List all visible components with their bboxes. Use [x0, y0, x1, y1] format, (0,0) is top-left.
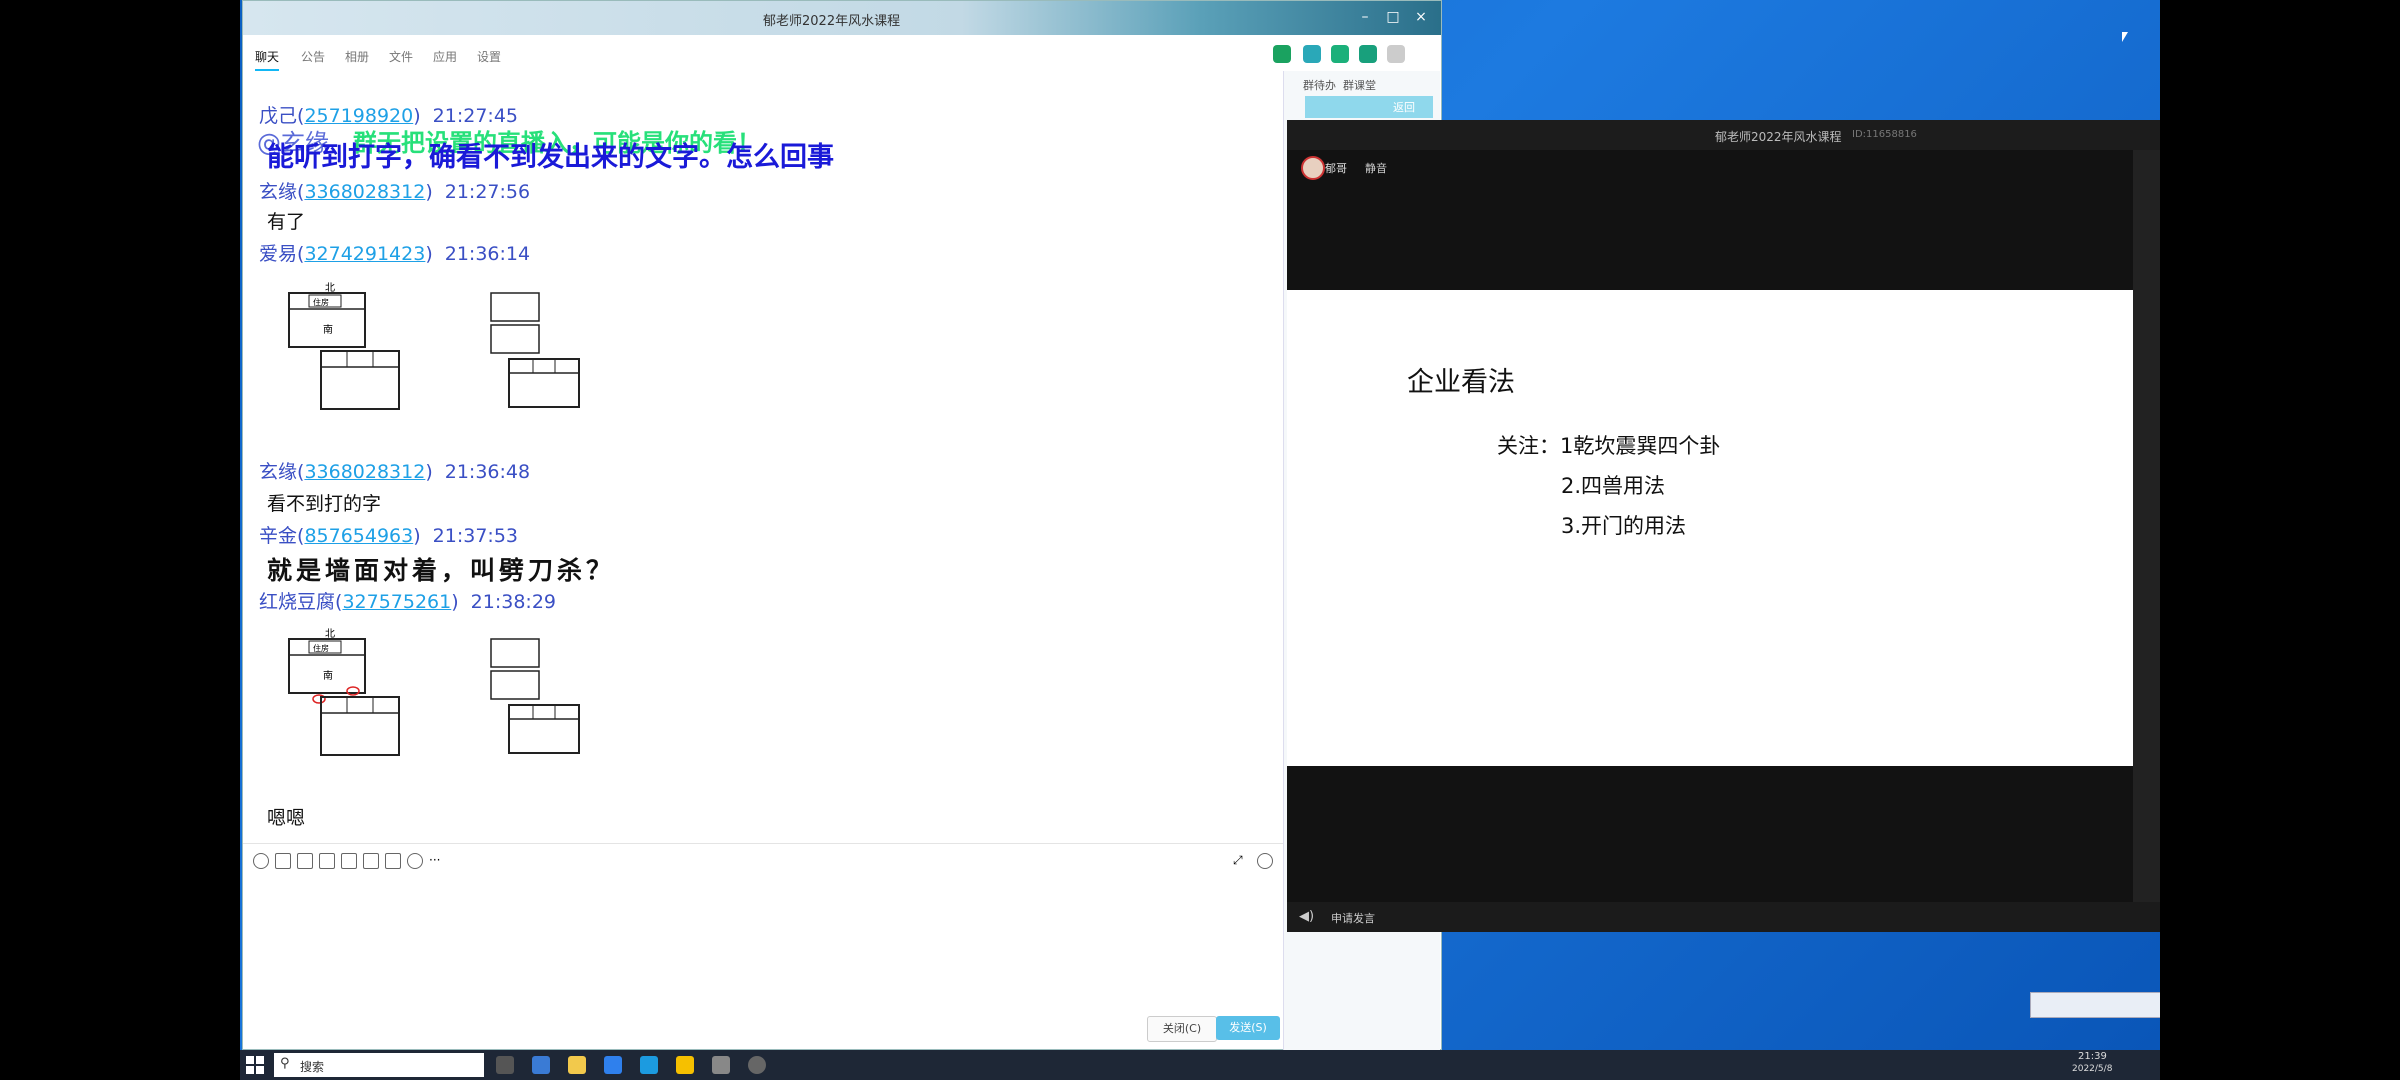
message-time: 21:27:45: [432, 105, 518, 127]
message-text: 看不到打的字: [267, 493, 382, 515]
music-icon[interactable]: [363, 853, 379, 869]
slide-line: 3.开门的用法: [1561, 514, 1687, 538]
mute-indicator: 静音: [1365, 162, 1387, 175]
slide-title: 企业看法: [1407, 367, 1515, 398]
message-sender: 爱易(3274291423) 21:36:14: [259, 243, 531, 265]
qq-icon[interactable]: [676, 1056, 694, 1074]
mic-icon[interactable]: [407, 853, 423, 869]
video-call-icon[interactable]: [1303, 45, 1321, 63]
more-tools-icon[interactable]: ···: [429, 853, 443, 867]
search-placeholder: 搜索: [300, 1060, 325, 1074]
expand-icon[interactable]: ⤢: [1233, 853, 1247, 867]
video-window-title: 郁老师2022年风水课程: [1715, 130, 1842, 144]
sender-name: 玄缘: [259, 461, 298, 483]
message-text: 就是墙面对着，叫劈刀杀？: [267, 556, 616, 585]
image-icon[interactable]: [341, 853, 357, 869]
message-sender: 红烧豆腐(327575261) 21:38:29: [259, 591, 556, 613]
edge-icon[interactable]: [532, 1056, 550, 1074]
sketch-label-south: 南: [323, 323, 333, 336]
message-sender: 玄缘(3368028312) 21:27:56: [259, 181, 531, 203]
sender-qq-link[interactable]: 857654963: [304, 525, 413, 547]
slide-line: 关注：1乾坎震巽四个卦: [1497, 434, 1721, 458]
host-name: 郁哥: [1325, 162, 1347, 175]
message-sender: 戊己(257198920) 21:27:45: [259, 105, 518, 127]
live-class-window: 郁老师2022年风水课程 ID:11658816 郁哥 静音 企业看法 关注：1…: [1287, 120, 2160, 932]
browser-icon[interactable]: [748, 1056, 766, 1074]
request-speak-button[interactable]: 申请发言: [1331, 910, 1375, 926]
floorplan-sketch-image[interactable]: 北 住房 南: [283, 625, 603, 775]
sender-qq-link[interactable]: 327575261: [342, 591, 451, 613]
mouse-cursor-icon: [2122, 32, 2128, 42]
windows-start-icon[interactable]: [246, 1056, 264, 1074]
sender-qq-link[interactable]: 3274291423: [304, 243, 425, 265]
history-icon[interactable]: [1257, 853, 1273, 869]
screen-share-icon[interactable]: [1331, 45, 1349, 63]
message-time: 21:38:29: [470, 591, 556, 613]
ime-toolbar[interactable]: [2030, 992, 2160, 1018]
sender-name: 辛金: [259, 525, 298, 547]
minimize-icon[interactable]: –: [1353, 5, 1377, 29]
screen: 郁老师2022年风水课程 – □ × 聊天 公告 相册 文件 应用 设置 群待办…: [240, 0, 2160, 1080]
floorplan-sketch-image[interactable]: 北 住房 南: [283, 279, 603, 429]
folder-icon[interactable]: [319, 853, 335, 869]
group-class-tab[interactable]: 群课堂: [1343, 77, 1376, 93]
file-explorer-icon[interactable]: [568, 1056, 586, 1074]
message-list: @玄缘 群无把设置的直播入，可能是你的看！ 戊己(257198920) 21:27…: [243, 61, 1283, 841]
input-divider: [243, 843, 1283, 844]
video-member-strip: [2133, 150, 2160, 932]
message-sender: 辛金(857654963) 21:37:53: [259, 525, 518, 547]
sender-name: 玄缘: [259, 181, 298, 203]
sender-name: 爱易: [259, 243, 298, 265]
store-icon[interactable]: [604, 1056, 622, 1074]
emoji-icon[interactable]: [253, 853, 269, 869]
sketch-label-inner: 住房: [313, 297, 329, 307]
sender-qq-link[interactable]: 257198920: [304, 105, 413, 127]
close-button[interactable]: 关闭(C): [1147, 1016, 1217, 1042]
slide-line: 2.四兽用法: [1561, 474, 1666, 498]
message-time: 21:27:56: [444, 181, 531, 203]
more-icon[interactable]: [1387, 45, 1405, 63]
host-avatar: [1301, 156, 1325, 180]
input-toolbar: ··· ⤢: [253, 853, 1273, 879]
message-text: 有了: [267, 211, 306, 233]
maximize-icon[interactable]: □: [1381, 5, 1405, 29]
screenshot-icon[interactable]: [297, 853, 313, 869]
message-time: 21:37:53: [432, 525, 518, 547]
message-time: 21:36:14: [444, 243, 531, 265]
side-card-label: 返回: [1393, 101, 1415, 114]
group-todo-tab[interactable]: 群待办: [1303, 77, 1336, 93]
mail-icon[interactable]: [640, 1056, 658, 1074]
clock-date[interactable]: 2022/5/8: [2072, 1064, 2112, 1074]
chat-window: 郁老师2022年风水课程 – □ × 聊天 公告 相册 文件 应用 设置 群待办…: [242, 0, 1442, 1051]
sender-name: 戊己: [259, 105, 298, 127]
gallery-icon[interactable]: [385, 853, 401, 869]
message-text: 能听到打字，确看不到发出来的文字。怎么回事: [267, 142, 834, 173]
close-icon[interactable]: ×: [1409, 5, 1433, 29]
sender-qq-link[interactable]: 3368028312: [304, 461, 425, 483]
sender-qq-link[interactable]: 3368028312: [304, 181, 425, 203]
video-room-id: ID:11658816: [1852, 129, 1917, 140]
task-view-icon[interactable]: [496, 1056, 514, 1074]
chat-window-title: 郁老师2022年风水课程: [763, 14, 901, 29]
remote-icon[interactable]: [1359, 45, 1377, 63]
shared-slide: 企业看法 关注：1乾坎震巽四个卦 2.四兽用法 3.开门的用法: [1287, 290, 2133, 766]
app-icon[interactable]: [712, 1056, 730, 1074]
volume-icon[interactable]: ◀): [1299, 909, 1314, 924]
sender-name: 红烧豆腐: [259, 591, 336, 613]
taskbar: [240, 1050, 2160, 1080]
gif-icon[interactable]: [275, 853, 291, 869]
message-sender: 玄缘(3368028312) 21:36:48: [259, 461, 531, 483]
video-controls: [1287, 902, 2160, 932]
sketch-label-inner: 住房: [313, 643, 329, 653]
message-time: 21:36:48: [444, 461, 531, 483]
message-text: 嗯嗯: [267, 807, 306, 829]
sketch-label-south: 南: [323, 669, 333, 682]
send-button[interactable]: 发送(S): [1216, 1016, 1280, 1040]
search-icon: ⚲: [280, 1056, 290, 1071]
clock-time[interactable]: 21:39: [2078, 1051, 2107, 1062]
